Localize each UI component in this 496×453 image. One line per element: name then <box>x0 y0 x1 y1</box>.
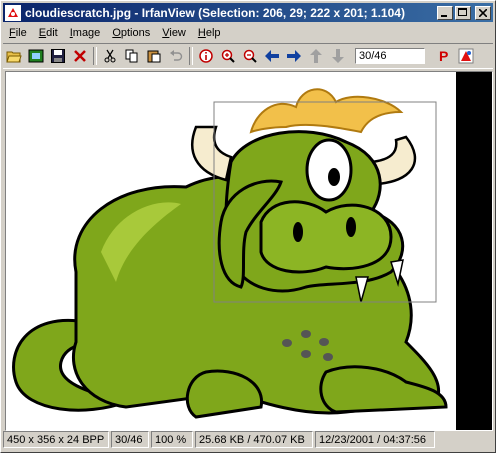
paste-button[interactable] <box>143 45 165 67</box>
menu-options-rest: ptions <box>120 27 151 39</box>
menu-image[interactable]: Image <box>64 27 107 39</box>
info-icon <box>199 49 213 63</box>
menu-file-rest: ile <box>15 27 27 39</box>
status-filesize: 25.68 KB / 470.07 KB <box>195 431 313 448</box>
menu-bar: File Edit Image Options View Help <box>3 24 227 42</box>
irfanview-window: cloudiescratch.jpg - IrfanView (Selectio… <box>0 0 496 453</box>
slideshow-button[interactable] <box>25 45 47 67</box>
window-title: cloudiescratch.jpg - IrfanView (Selectio… <box>25 5 405 20</box>
delete-button[interactable] <box>69 45 91 67</box>
info-button[interactable] <box>195 45 217 67</box>
copy-button[interactable] <box>121 45 143 67</box>
toolbar: P <box>3 43 493 69</box>
arrow-left-icon <box>265 50 279 62</box>
menu-view-rest: iew <box>169 27 186 39</box>
undo-button[interactable] <box>165 45 187 67</box>
print-button[interactable]: P <box>433 45 455 67</box>
next-image-button[interactable] <box>283 45 305 67</box>
zoom-out-button[interactable] <box>239 45 261 67</box>
menu-image-rest: mage <box>72 27 101 39</box>
irfanview-logo-icon <box>458 48 474 64</box>
close-icon <box>479 8 487 17</box>
move-down-button[interactable] <box>327 45 349 67</box>
scissors-icon <box>104 49 116 63</box>
maximize-button[interactable] <box>455 5 471 20</box>
svg-text:P: P <box>439 49 448 63</box>
copy-icon <box>125 49 138 63</box>
delete-x-icon <box>74 50 86 62</box>
dragon-image[interactable] <box>6 72 492 430</box>
toolbar-separator <box>189 47 193 65</box>
open-button[interactable] <box>3 45 25 67</box>
previous-image-button[interactable] <box>261 45 283 67</box>
minimize-button[interactable] <box>437 5 453 20</box>
menu-view[interactable]: View <box>156 27 192 39</box>
arrow-down-icon <box>332 49 344 63</box>
arrow-right-icon <box>287 50 301 62</box>
floppy-disk-icon <box>51 49 65 63</box>
title-bar[interactable]: cloudiescratch.jpg - IrfanView (Selectio… <box>3 3 493 22</box>
menu-edit[interactable]: Edit <box>33 27 64 39</box>
toolbar-separator <box>93 47 97 65</box>
filmstrip-icon <box>28 49 44 63</box>
print-p-icon: P <box>439 49 448 63</box>
status-page: 30/46 <box>111 431 149 448</box>
move-up-button[interactable] <box>305 45 327 67</box>
close-window-button[interactable] <box>475 5 491 20</box>
status-datetime: 12/23/2001 / 04:37:56 <box>315 431 435 448</box>
minimize-icon <box>441 14 447 17</box>
zoom-out-icon <box>243 49 257 63</box>
cut-button[interactable] <box>99 45 121 67</box>
zoom-in-button[interactable] <box>217 45 239 67</box>
status-bar: 450 x 356 x 24 BPP 30/46 100 % 25.68 KB … <box>3 431 493 450</box>
undo-arrow-icon <box>170 50 183 61</box>
menu-file[interactable]: File <box>3 27 33 39</box>
paste-clipboard-icon <box>147 50 161 63</box>
zoom-in-icon <box>221 49 235 63</box>
menu-help[interactable]: Help <box>192 27 227 39</box>
status-dimensions: 450 x 356 x 24 BPP <box>3 431 109 448</box>
menu-help-rest: elp <box>205 27 221 39</box>
maximize-icon <box>458 8 467 16</box>
arrow-up-icon <box>310 49 322 63</box>
page-number-field[interactable] <box>355 48 425 64</box>
menu-edit-rest: dit <box>46 27 58 39</box>
about-button[interactable] <box>455 45 477 67</box>
menu-options[interactable]: Options <box>106 27 156 39</box>
status-zoom: 100 % <box>151 431 193 448</box>
image-canvas[interactable] <box>5 71 493 431</box>
open-folder-icon <box>6 51 22 63</box>
irfanview-app-icon <box>5 4 21 21</box>
save-button[interactable] <box>47 45 69 67</box>
